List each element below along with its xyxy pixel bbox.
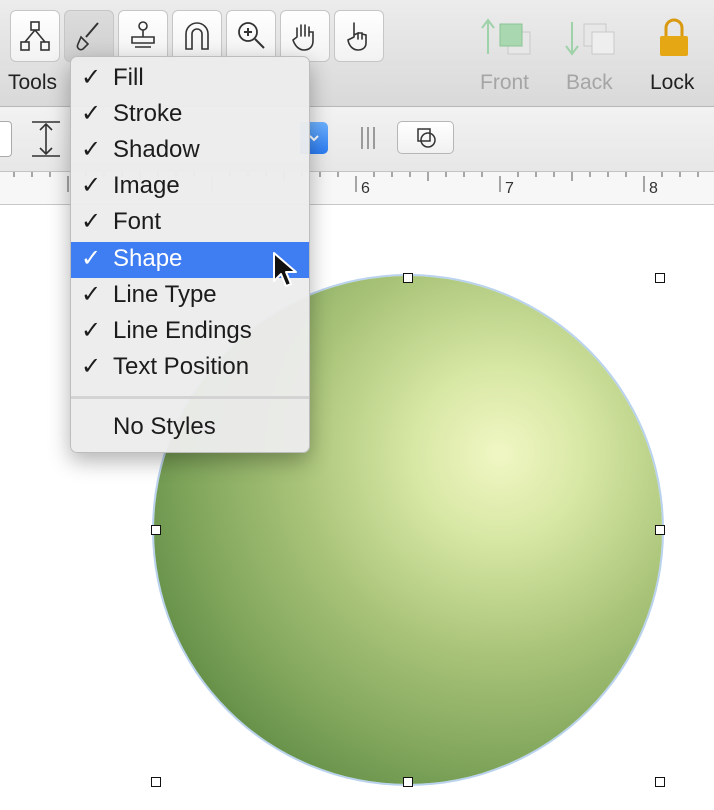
checkmark-icon: ✓: [81, 245, 102, 272]
vertical-spacing-icon[interactable]: [28, 119, 64, 159]
menu-item-label: Shape: [113, 245, 183, 272]
menu-item-label: No Styles: [113, 413, 216, 440]
back-label[interactable]: Back: [566, 71, 613, 95]
menu-item-label: Line Type: [113, 281, 217, 308]
selection-handle-right[interactable]: [655, 525, 665, 535]
ruler-label-6: 6: [361, 180, 370, 197]
selection-handle-bottom-right[interactable]: [655, 777, 665, 787]
menu-item-label: Line Endings: [113, 317, 252, 344]
brush-icon: [76, 22, 99, 51]
menu-item-font[interactable]: ✓ Font: [71, 205, 309, 239]
menu-item-shadow[interactable]: ✓ Shadow: [71, 133, 309, 167]
ruler-label-7: 7: [505, 180, 514, 197]
menu-item-image[interactable]: ✓ Image: [71, 169, 309, 203]
checkmark-icon: ✓: [81, 317, 102, 344]
menu-item-fill[interactable]: ✓ Fill: [71, 61, 309, 95]
menu-item-label: Stroke: [113, 100, 183, 127]
send-to-back-icon[interactable]: [562, 16, 618, 60]
pointing-hand-tool-button[interactable]: [334, 10, 384, 62]
selection-handle-top-right[interactable]: [655, 273, 665, 283]
magnet-tool-button[interactable]: [172, 10, 222, 62]
menu-item-label: Text Position: [113, 353, 250, 380]
hand-tool-button[interactable]: [280, 10, 330, 62]
lock-label[interactable]: Lock: [650, 71, 694, 95]
tools-label: Tools: [8, 71, 58, 94]
ruler-label-8: 8: [649, 180, 658, 197]
stamp-icon: [131, 21, 155, 48]
bring-to-front-icon[interactable]: [478, 16, 534, 60]
checkmark-icon: ✓: [81, 281, 102, 308]
checkmark-icon: ✓: [81, 136, 102, 163]
hand-icon: [292, 24, 314, 51]
selection-handle-bottom[interactable]: [403, 777, 413, 787]
separator-grip-icon: [361, 127, 375, 149]
selection-handle-top[interactable]: [403, 273, 413, 283]
shape-options-button[interactable]: [397, 121, 454, 154]
selection-handle-bottom-left[interactable]: [151, 777, 161, 787]
menu-item-label: Fill: [113, 64, 144, 91]
pointing-hand-icon: [347, 22, 367, 51]
selection-handle-left[interactable]: [151, 525, 161, 535]
menu-item-stroke[interactable]: ✓ Stroke: [71, 97, 309, 131]
checkmark-icon: ✓: [81, 172, 102, 199]
diagram-tool-button[interactable]: [10, 10, 60, 62]
lock-icon[interactable]: [656, 16, 692, 60]
menu-separator: [71, 396, 309, 399]
menu-item-no-styles[interactable]: No Styles: [71, 410, 309, 444]
size-stepper[interactable]: [0, 121, 12, 157]
mouse-cursor-icon: [273, 252, 297, 287]
front-label[interactable]: Front: [480, 71, 529, 95]
menu-item-label: Image: [113, 172, 180, 199]
diagram-icon: [20, 21, 50, 51]
checkmark-icon: ✓: [81, 64, 102, 91]
menu-item-text-position[interactable]: ✓ Text Position: [71, 350, 309, 384]
checkmark-icon: ✓: [81, 100, 102, 127]
shapes-icon: [416, 127, 436, 148]
menu-item-label: Shadow: [113, 136, 200, 163]
checkmark-icon: ✓: [81, 208, 102, 235]
menu-item-line-endings[interactable]: ✓ Line Endings: [71, 314, 309, 348]
checkmark-icon: ✓: [81, 353, 102, 380]
style-brush-tool-button[interactable]: [64, 10, 114, 62]
zoom-tool-button[interactable]: [226, 10, 276, 62]
zoom-icon: [238, 22, 265, 49]
stamp-tool-button[interactable]: [118, 10, 168, 62]
magnet-icon: [185, 22, 209, 50]
menu-item-label: Font: [113, 208, 162, 235]
